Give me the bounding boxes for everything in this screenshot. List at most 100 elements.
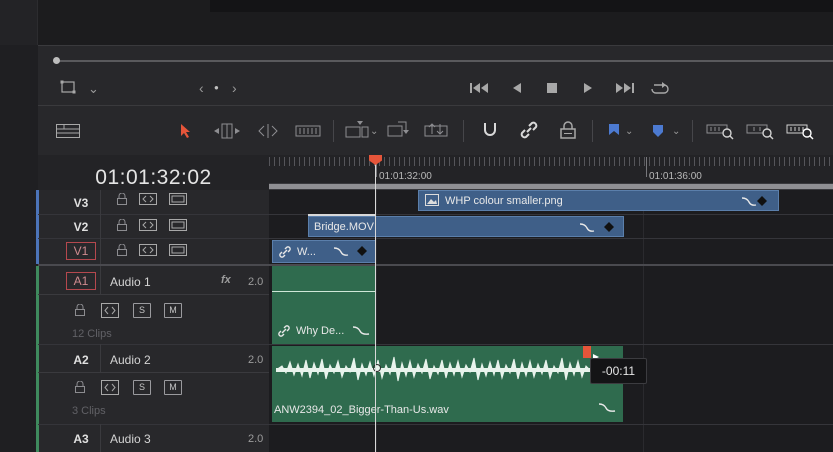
toolbar-separator [692, 120, 693, 142]
trim-offset-tooltip: -00:11 [590, 358, 647, 384]
insert-icon[interactable] [344, 121, 372, 144]
auto-select-icon[interactable] [139, 193, 157, 208]
skip-start-icon[interactable] [470, 82, 490, 97]
trim-icon[interactable] [213, 123, 241, 142]
trim-handle[interactable] [583, 346, 591, 358]
marker-icon[interactable] [652, 124, 664, 141]
link-icon [279, 246, 291, 261]
timeline-view-icon[interactable] [56, 124, 80, 141]
lock-icon[interactable] [116, 243, 128, 259]
crop-icon[interactable] [60, 80, 76, 97]
clip-name: ANW2394_02_Bigger-Than-Us.wav [274, 404, 449, 416]
mute-button[interactable]: M [164, 380, 182, 395]
track-id-v1[interactable]: V1 [66, 242, 96, 260]
playhead-line[interactable] [375, 162, 376, 452]
auto-select-icon[interactable] [139, 219, 157, 234]
auto-select-icon[interactable] [101, 303, 119, 321]
play-icon[interactable] [582, 82, 594, 97]
lock-icon[interactable] [74, 380, 86, 396]
track-level-a1: 2.0 [248, 276, 264, 288]
clip-name: Why De... [296, 325, 345, 337]
audio-waveform [276, 356, 590, 382]
toolbar-separator [592, 120, 593, 142]
toolbar-separator [333, 120, 334, 142]
timeline-scroll-bar[interactable] [269, 184, 833, 189]
row-separator [38, 238, 833, 239]
lock-icon[interactable] [116, 218, 128, 234]
clip-name: WHP colour smaller.png [445, 195, 563, 207]
link-icon[interactable] [519, 121, 539, 142]
curve-icon [333, 245, 369, 260]
audio-clip-a1[interactable]: Why De... [272, 266, 376, 344]
select-arrow-icon[interactable] [180, 123, 192, 142]
toolbar-separator [463, 120, 464, 142]
track-level-a2: 2.0 [248, 354, 264, 366]
auto-select-icon[interactable] [139, 244, 157, 259]
zoom-detail-icon[interactable] [746, 122, 774, 143]
track-id-a2: A2 [73, 353, 89, 367]
solo-button[interactable]: S [133, 303, 151, 318]
timecode-display[interactable]: 01:01:32:02 [38, 166, 269, 190]
image-clip-icon [425, 194, 439, 209]
position-lock-icon[interactable] [559, 121, 577, 142]
track-id-v3: V3 [73, 196, 89, 210]
clip-count-a1: 12 Clips [72, 328, 112, 340]
track-visibility-icon[interactable] [169, 219, 187, 234]
scrub-bar[interactable] [56, 60, 833, 62]
video-audio-divider [38, 264, 833, 266]
track-name-a1[interactable]: Audio 1 [110, 275, 151, 289]
toolbar-divider [38, 105, 833, 106]
video-clip-v1[interactable]: W... [272, 240, 376, 263]
ruler-label: 01:01:32:00 [379, 171, 432, 182]
video-clip-v2[interactable]: Bridge.MOV [308, 216, 624, 237]
view-selector-caret[interactable]: ⌄ [88, 81, 99, 97]
track-name-a3[interactable]: Audio 3 [110, 432, 151, 446]
flag-caret[interactable]: ⌄ [625, 126, 633, 137]
nav-next-arrow[interactable]: › [232, 80, 237, 96]
stop-icon[interactable] [546, 82, 558, 97]
dynamic-trim-icon[interactable] [255, 123, 281, 142]
track-visibility-icon[interactable] [169, 244, 187, 259]
grid-line [643, 190, 644, 452]
viewer-left-panel [0, 0, 38, 45]
marker-caret[interactable]: ⌄ [672, 126, 680, 137]
overwrite-icon[interactable] [386, 120, 410, 143]
track-id-v2: V2 [73, 220, 89, 234]
skip-end-icon[interactable] [614, 82, 634, 97]
scrub-handle[interactable] [53, 57, 60, 64]
track-id-a1[interactable]: A1 [66, 272, 96, 290]
clip-count-a2: 3 Clips [72, 405, 106, 417]
replace-icon[interactable] [423, 120, 453, 143]
blade-icon[interactable] [295, 124, 321, 141]
nav-prev-arrow[interactable]: ‹ [199, 80, 204, 96]
row-separator [38, 344, 833, 345]
track-visibility-icon[interactable] [169, 193, 187, 208]
loop-icon[interactable] [650, 81, 670, 98]
curve-icon [741, 195, 769, 210]
video-track-indicator [36, 190, 39, 264]
curve-icon [352, 324, 372, 339]
track-name-a2[interactable]: Audio 2 [110, 353, 151, 367]
zoom-full-icon[interactable] [706, 122, 734, 143]
ruler-ticks [269, 157, 833, 166]
flag-icon[interactable] [608, 123, 620, 142]
video-clip-v3[interactable]: WHP colour smaller.png [418, 190, 779, 211]
insert-caret[interactable]: ⌄ [370, 126, 378, 137]
track-level-a3: 2.0 [248, 433, 264, 445]
lock-icon[interactable] [116, 192, 128, 208]
step-back-icon[interactable] [511, 82, 523, 97]
mute-button[interactable]: M [164, 303, 182, 318]
fx-badge[interactable]: fx [221, 274, 231, 286]
header-column-divider [100, 266, 101, 294]
snap-icon[interactable] [481, 121, 499, 142]
lock-icon[interactable] [74, 303, 86, 319]
nav-dot: ● [214, 83, 219, 92]
auto-select-icon[interactable] [101, 380, 119, 398]
row-separator [38, 214, 833, 215]
zoom-custom-icon[interactable] [786, 122, 814, 143]
track-id-a3: A3 [73, 432, 89, 446]
solo-button[interactable]: S [133, 380, 151, 395]
ruler-major-tick [646, 157, 647, 177]
row-separator [38, 424, 833, 425]
row-separator [38, 294, 269, 295]
